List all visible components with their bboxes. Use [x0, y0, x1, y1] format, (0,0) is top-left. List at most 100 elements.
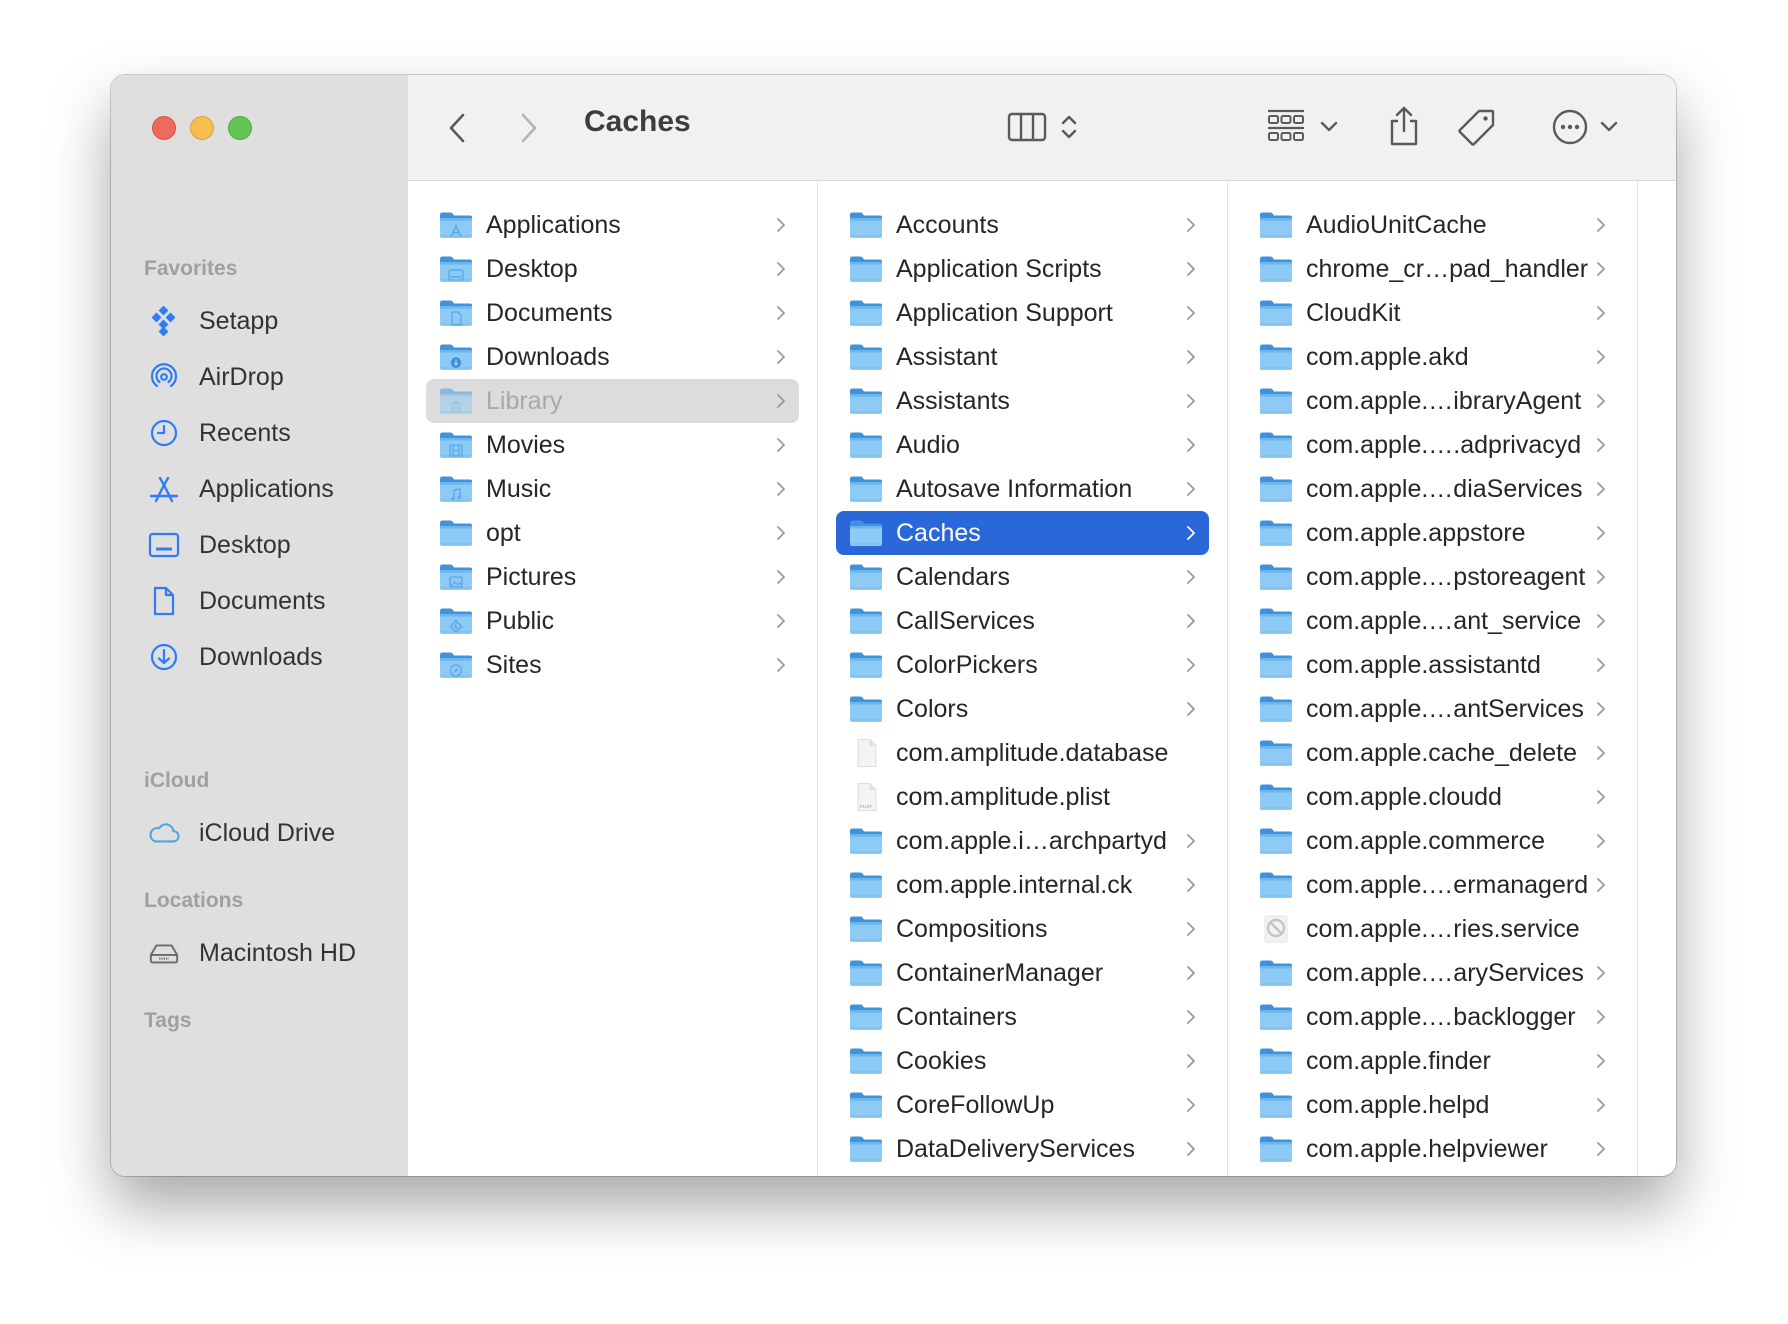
item-name: com.apple.…aryServices	[1306, 958, 1584, 987]
folder-row[interactable]: opt	[426, 511, 799, 555]
file-row[interactable]: com.apple.…ries.service	[1246, 907, 1619, 951]
folder-row[interactable]: Assistant	[836, 335, 1209, 379]
chevron-right-icon	[1597, 350, 1605, 364]
folder-row[interactable]: CloudKit	[1246, 291, 1619, 335]
sidebar-item-downloads[interactable]: Downloads	[148, 635, 323, 679]
sidebar-item-recents[interactable]: Recents	[148, 411, 291, 455]
folder-row[interactable]: com.apple.…aryServices	[1246, 951, 1619, 995]
folder-row[interactable]: CallServices	[836, 599, 1209, 643]
folder-row[interactable]: com.apple.cloudd	[1246, 775, 1619, 819]
folder-row[interactable]: CoreFollowUp	[836, 1083, 1209, 1127]
folder-icon	[1260, 960, 1292, 986]
folder-row[interactable]: Compositions	[836, 907, 1209, 951]
folder-row[interactable]: Colors	[836, 687, 1209, 731]
sidebar-item-applications[interactable]: Applications	[148, 467, 334, 511]
chevron-right-icon	[1597, 1142, 1605, 1156]
folder-row[interactable]: Accounts	[836, 203, 1209, 247]
sidebar-item-documents[interactable]: Documents	[148, 579, 325, 623]
tag-button[interactable]	[1455, 103, 1499, 151]
folder-row[interactable]: AudioUnitCache	[1246, 203, 1619, 247]
sidebar-item-setapp[interactable]: Setapp	[148, 299, 278, 343]
folder-icon	[440, 564, 472, 590]
view-mode-button[interactable]	[997, 105, 1089, 149]
item-name: com.apple.helpviewer	[1306, 1134, 1548, 1163]
folder-row[interactable]: com.apple.…backlogger	[1246, 995, 1619, 1039]
folder-row[interactable]: com.apple.…pstoreagent	[1246, 555, 1619, 599]
folder-row[interactable]: ContainerManager	[836, 951, 1209, 995]
folder-row[interactable]: com.apple.…ibraryAgent	[1246, 379, 1619, 423]
group-button[interactable]	[1263, 105, 1343, 149]
folder-row[interactable]: Calendars	[836, 555, 1209, 599]
folder-row[interactable]: chrome_cr…pad_handler	[1246, 247, 1619, 291]
desktop-icon	[148, 529, 180, 561]
file-row[interactable]: com.amplitude.database	[836, 731, 1209, 775]
folder-row[interactable]: Cookies	[836, 1039, 1209, 1083]
folder-row[interactable]: com.apple.helpviewer	[1246, 1127, 1619, 1171]
chevron-right-icon	[1597, 1010, 1605, 1024]
folder-row[interactable]: com.apple.i…archpartyd	[836, 819, 1209, 863]
sidebar-item-icloud-drive[interactable]: iCloud Drive	[148, 811, 335, 855]
folder-row[interactable]: com.apple.appstore	[1246, 511, 1619, 555]
column-caches[interactable]: AudioUnitCache chrome_cr…pad_handler Cloud…	[1228, 181, 1638, 1176]
share-button[interactable]	[1384, 101, 1424, 151]
folder-row[interactable]: Desktop	[426, 247, 799, 291]
folder-row[interactable]: com.apple.cache_delete	[1246, 731, 1619, 775]
sidebar-item-desktop[interactable]: Desktop	[148, 523, 291, 567]
item-name: com.amplitude.database	[896, 738, 1169, 767]
folder-row[interactable]: DES	[836, 1171, 1209, 1176]
item-name: Desktop	[486, 254, 578, 283]
minimize-button[interactable]	[190, 116, 214, 140]
folder-row[interactable]: Documents	[426, 291, 799, 335]
folder-row[interactable]: Containers	[836, 995, 1209, 1039]
folder-row[interactable]: com.apple.internal.ck	[836, 863, 1209, 907]
item-name: chrome_cr…pad_handler	[1306, 254, 1589, 283]
sidebar: Favorites Setapp AirDrop Recents Application…	[111, 75, 409, 1176]
folder-row[interactable]: com.apple.…antServices	[1246, 687, 1619, 731]
folder-row[interactable]: com.apple.HomeKit	[1246, 1171, 1619, 1176]
folder-row[interactable]: Assistants	[836, 379, 1209, 423]
folder-row[interactable]: Public	[426, 599, 799, 643]
folder-row[interactable]: Movies	[426, 423, 799, 467]
folder-row[interactable]: ColorPickers	[836, 643, 1209, 687]
item-name: Movies	[486, 430, 566, 459]
folder-row[interactable]: DataDeliveryServices	[836, 1127, 1209, 1171]
folder-row[interactable]: Applications	[426, 203, 799, 247]
forward-button[interactable]	[516, 109, 542, 147]
sidebar-item-airdrop[interactable]: AirDrop	[148, 355, 284, 399]
column-home[interactable]: Applications Desktop Documents Downloads Lib…	[408, 181, 818, 1176]
folder-row[interactable]: com.apple.finder	[1246, 1039, 1619, 1083]
folder-row[interactable]: com.apple.…diaServices	[1246, 467, 1619, 511]
folder-row[interactable]: com.apple.helpd	[1246, 1083, 1619, 1127]
folder-row[interactable]: com.apple.…ermanagerd	[1246, 863, 1619, 907]
folder-row[interactable]: Caches	[836, 511, 1209, 555]
chevron-right-icon	[1597, 702, 1605, 716]
column-library[interactable]: Accounts Application Scripts Application S…	[818, 181, 1228, 1176]
file-row[interactable]: PLIST com.amplitude.plist	[836, 775, 1209, 819]
folder-row[interactable]: Downloads	[426, 335, 799, 379]
close-button[interactable]	[152, 116, 176, 140]
item-name: CallServices	[896, 606, 1035, 635]
folder-row[interactable]: Pictures	[426, 555, 799, 599]
folder-row[interactable]: Autosave Information	[836, 467, 1209, 511]
maximize-button[interactable]	[228, 116, 252, 140]
sidebar-item-macintosh-hd[interactable]: Macintosh HD	[148, 931, 356, 975]
folder-row[interactable]: Library	[426, 379, 799, 423]
folder-row[interactable]: com.apple.akd	[1246, 335, 1619, 379]
folder-row[interactable]: Application Support	[836, 291, 1209, 335]
window-controls	[152, 116, 252, 140]
folder-row[interactable]: com.apple.commerce	[1246, 819, 1619, 863]
folder-row[interactable]: com.apple.….adprivacyd	[1246, 423, 1619, 467]
folder-row[interactable]: Music	[426, 467, 799, 511]
chevron-right-icon	[1597, 790, 1605, 804]
folder-row[interactable]: Sites	[426, 643, 799, 687]
chevron-right-icon	[777, 526, 785, 540]
folder-row[interactable]: Application Scripts	[836, 247, 1209, 291]
item-name: Public	[486, 606, 555, 635]
folder-row[interactable]: com.apple.…ant_service	[1246, 599, 1619, 643]
back-button[interactable]	[444, 109, 470, 147]
column-empty[interactable]	[1638, 181, 1676, 1176]
chevron-right-icon	[1597, 966, 1605, 980]
folder-row[interactable]: com.apple.assistantd	[1246, 643, 1619, 687]
folder-row[interactable]: Audio	[836, 423, 1209, 467]
folder-icon	[850, 828, 882, 854]
